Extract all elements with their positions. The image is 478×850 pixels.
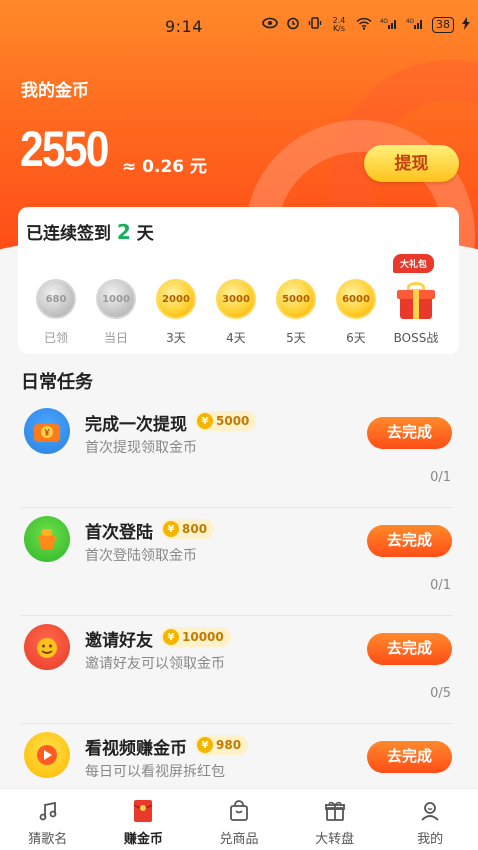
signin-day[interactable]: 5000 5天 — [266, 279, 326, 346]
go-complete-button[interactable]: 去完成 — [367, 741, 452, 773]
signin-day-label: BOSS战 — [393, 331, 439, 345]
signin-day-label: 4天 — [226, 331, 246, 345]
net-speed: 2.4 K/s — [332, 16, 346, 33]
wallet-title: 我的金币 — [21, 81, 89, 101]
coin-icon: ¥ — [197, 413, 213, 429]
signin-day[interactable]: 1000 当日 — [86, 279, 146, 346]
daily-tasks-title: 日常任务 — [21, 372, 93, 393]
alarm-icon — [286, 16, 300, 34]
nav-item[interactable]: 兑商品 — [191, 789, 287, 850]
svg-text:4G: 4G — [380, 19, 388, 25]
coin-icon: 3000 — [216, 279, 256, 319]
signin-day-label: 已领 — [43, 331, 68, 345]
withdraw-button[interactable]: 提现 — [364, 145, 459, 182]
coin-icon: 1000 — [96, 279, 136, 319]
login-gift-icon — [24, 516, 70, 562]
charging-icon — [462, 16, 470, 34]
gift-box-icon — [396, 281, 436, 319]
go-complete-button[interactable]: 去完成 — [367, 525, 452, 557]
nav-item-label: 猜歌名 — [28, 832, 68, 847]
signin-days-row: 680 已领 1000 当日 2000 3天 3000 4天 5000 5天 6000 6天 大礼包 BO… — [26, 254, 456, 346]
nav-item-label: 大转盘 — [315, 832, 355, 847]
status-time: 9:14 — [165, 17, 203, 36]
signin-day[interactable]: 大礼包 BOSS战 — [386, 254, 446, 346]
signin-day[interactable]: 2000 3天 — [146, 279, 206, 346]
coin-icon: ¥ — [163, 629, 179, 645]
coin-icon: 5000 — [276, 279, 316, 319]
svg-text:4G: 4G — [406, 19, 414, 25]
gift-box-icon — [322, 799, 348, 823]
nav-item[interactable]: 猜歌名 — [0, 789, 96, 850]
withdraw-wallet-icon: ¥ — [24, 408, 70, 454]
red-envelope-icon — [130, 799, 156, 823]
task-name: 完成一次提现 — [85, 415, 187, 435]
battery-indicator: 38 — [432, 17, 454, 33]
status-bar: 9:14 2.4 K/s 4G 4G 38 — [0, 14, 478, 40]
coin-icon: 680 — [36, 279, 76, 319]
signin-suffix: 天 — [130, 224, 154, 244]
signal-icon: 4G — [380, 17, 398, 33]
task-reward-badge: ¥980 — [195, 735, 249, 755]
signin-day[interactable]: 680 已领 — [26, 279, 86, 346]
task-reward-value: 5000 — [216, 414, 250, 428]
coin-icon: ¥ — [163, 521, 179, 537]
task-progress: 0/1 — [430, 578, 451, 593]
nav-item-label: 我的 — [417, 832, 444, 847]
coin-icon: ¥ — [197, 737, 213, 753]
task-name: 邀请好友 — [85, 631, 153, 651]
signin-day-label: 6天 — [346, 331, 366, 345]
nav-item-label: 赚金币 — [123, 832, 163, 847]
task-reward-value: 10000 — [182, 630, 224, 644]
go-complete-button[interactable]: 去完成 — [367, 417, 452, 449]
nav-item[interactable]: 大转盘 — [287, 789, 383, 850]
nav-item[interactable]: 赚金币 — [96, 789, 192, 850]
video-play-icon — [24, 732, 70, 778]
signin-day-label: 当日 — [103, 331, 128, 345]
task-row: 首次登陆 ¥800 首次登陆领取金币 去完成 0/1 — [21, 508, 453, 616]
signal-icon: 4G — [406, 17, 424, 33]
task-progress: 0/1 — [430, 470, 451, 485]
signin-day[interactable]: 3000 4天 — [206, 279, 266, 346]
status-icons: 2.4 K/s 4G 4G 38 — [262, 16, 470, 34]
task-name: 首次登陆 — [85, 523, 153, 543]
task-progress: 0/5 — [430, 686, 451, 701]
vibrate-icon — [308, 16, 322, 34]
profile-icon — [417, 799, 443, 823]
task-row: ¥ 完成一次提现 ¥5000 首次提现领取金币 去完成 0/1 — [21, 400, 453, 508]
coin-icon: 6000 — [336, 279, 376, 319]
coin-balance: 2550 — [20, 121, 109, 177]
signin-day-label: 3天 — [166, 331, 186, 345]
task-reward-value: 800 — [182, 522, 208, 536]
task-reward-value: 980 — [216, 738, 242, 752]
invite-friend-icon — [24, 624, 70, 670]
signin-day-label: 5天 — [286, 331, 306, 345]
signin-prefix: 已连续签到 — [26, 224, 117, 244]
nav-item[interactable]: 我的 — [382, 789, 478, 850]
svg-text:¥: ¥ — [44, 428, 49, 438]
task-reward-badge: ¥10000 — [161, 627, 231, 647]
bottom-nav: 猜歌名 赚金币 兑商品 大转盘 我的 — [0, 788, 478, 850]
eye-icon — [262, 17, 278, 33]
task-description: 每日可以看视屏拆红包 — [85, 764, 225, 780]
signin-days-count: 2 — [116, 220, 131, 244]
gift-badge: 大礼包 — [393, 254, 435, 273]
task-description: 首次提现领取金币 — [85, 440, 197, 456]
coin-icon: 2000 — [156, 279, 196, 319]
task-description: 邀请好友可以领取金币 — [85, 656, 225, 672]
boss-gift[interactable]: 大礼包 — [393, 254, 436, 319]
signin-card: 已连续签到 2 天 680 已领 1000 当日 2000 3天 3000 4天 5000 5天 6… — [18, 207, 459, 354]
task-reward-badge: ¥5000 — [195, 411, 257, 431]
task-row: 邀请好友 ¥10000 邀请好友可以领取金币 去完成 0/5 — [21, 616, 453, 724]
wifi-icon — [356, 17, 372, 34]
task-reward-badge: ¥800 — [161, 519, 215, 539]
go-complete-button[interactable]: 去完成 — [367, 633, 452, 665]
shopping-bag-icon — [226, 799, 252, 823]
signin-streak: 已连续签到 2 天 — [26, 219, 154, 244]
task-description: 首次登陆领取金币 — [85, 548, 197, 564]
coin-yuan-value: ≈ 0.26 元 — [122, 157, 208, 177]
music-note-icon — [35, 799, 61, 823]
nav-item-label: 兑商品 — [219, 832, 259, 847]
signin-day[interactable]: 6000 6天 — [326, 279, 386, 346]
task-name: 看视频赚金币 — [85, 739, 187, 759]
